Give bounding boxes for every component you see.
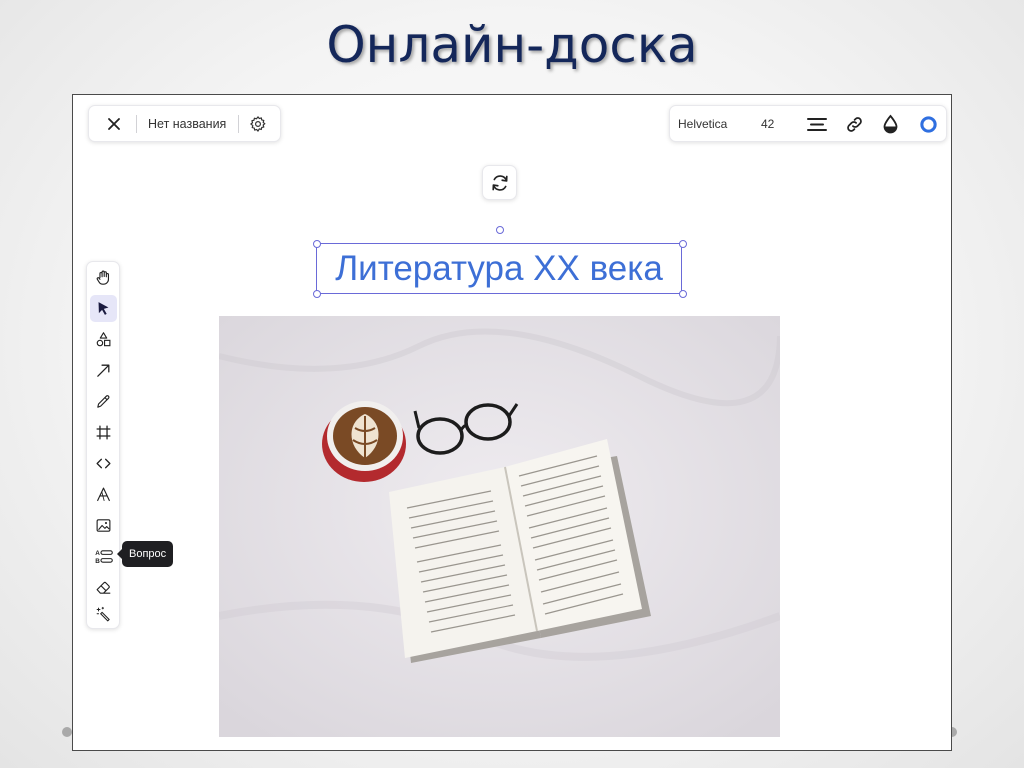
pencil-icon [97,395,110,408]
tool-frame[interactable] [90,419,117,446]
question-list-icon: A B [95,550,113,565]
font-size-input[interactable]: 42 [761,117,774,131]
whiteboard-canvas[interactable]: Нет названия Helvetica 42 A B Вопрос Лит… [72,94,952,751]
shapes-icon [96,332,111,347]
tool-question[interactable]: A B [90,543,117,570]
frame-icon [96,425,111,440]
close-icon[interactable] [107,117,121,131]
tool-select[interactable] [90,295,117,322]
tool-embed[interactable] [90,450,117,477]
tool-image[interactable] [90,512,117,539]
svg-text:B: B [95,558,100,565]
eraser-icon [96,581,111,594]
tool-pen[interactable] [90,388,117,415]
rotate-handle[interactable] [496,226,504,234]
document-name[interactable]: Нет названия [148,117,226,131]
tools-toolbar: A B [86,261,120,629]
stroke-color-icon[interactable] [919,115,938,134]
document-toolbar: Нет названия [88,105,281,142]
tool-text[interactable] [90,481,117,508]
tool-hand[interactable] [90,264,117,291]
magic-wand-icon [96,606,110,622]
tool-eraser[interactable] [90,574,117,601]
font-family-select[interactable]: Helvetica [678,117,727,131]
image-icon [96,519,111,532]
resize-handle-bottom-right[interactable] [679,290,687,298]
resize-handle-top-right[interactable] [679,240,687,248]
tool-shapes[interactable] [90,326,117,353]
separator [238,115,239,133]
tool-laser[interactable] [90,601,117,628]
align-center-icon[interactable] [807,117,827,132]
hand-icon [96,270,110,285]
canvas-text-object[interactable]: Литература XX века [319,246,679,291]
decor-dot-left [62,727,72,737]
rotate-icon [492,175,508,191]
tool-arrow[interactable] [90,357,117,384]
code-icon [96,458,111,469]
cursor-icon [98,302,109,315]
text-icon [96,487,111,502]
canvas-image[interactable] [219,316,780,737]
tooltip-question: Вопрос [116,541,174,567]
text-style-toolbar: Helvetica 42 [669,105,947,142]
slide-title: Онлайн-доска [326,16,698,74]
resize-handle-bottom-left[interactable] [313,290,321,298]
opacity-drop-icon[interactable] [882,114,899,134]
rotate-button[interactable] [482,165,517,200]
arrow-icon [97,364,110,377]
svg-text:A: A [95,550,100,557]
link-icon[interactable] [845,115,864,134]
separator [136,115,137,133]
gear-icon[interactable] [249,115,267,133]
